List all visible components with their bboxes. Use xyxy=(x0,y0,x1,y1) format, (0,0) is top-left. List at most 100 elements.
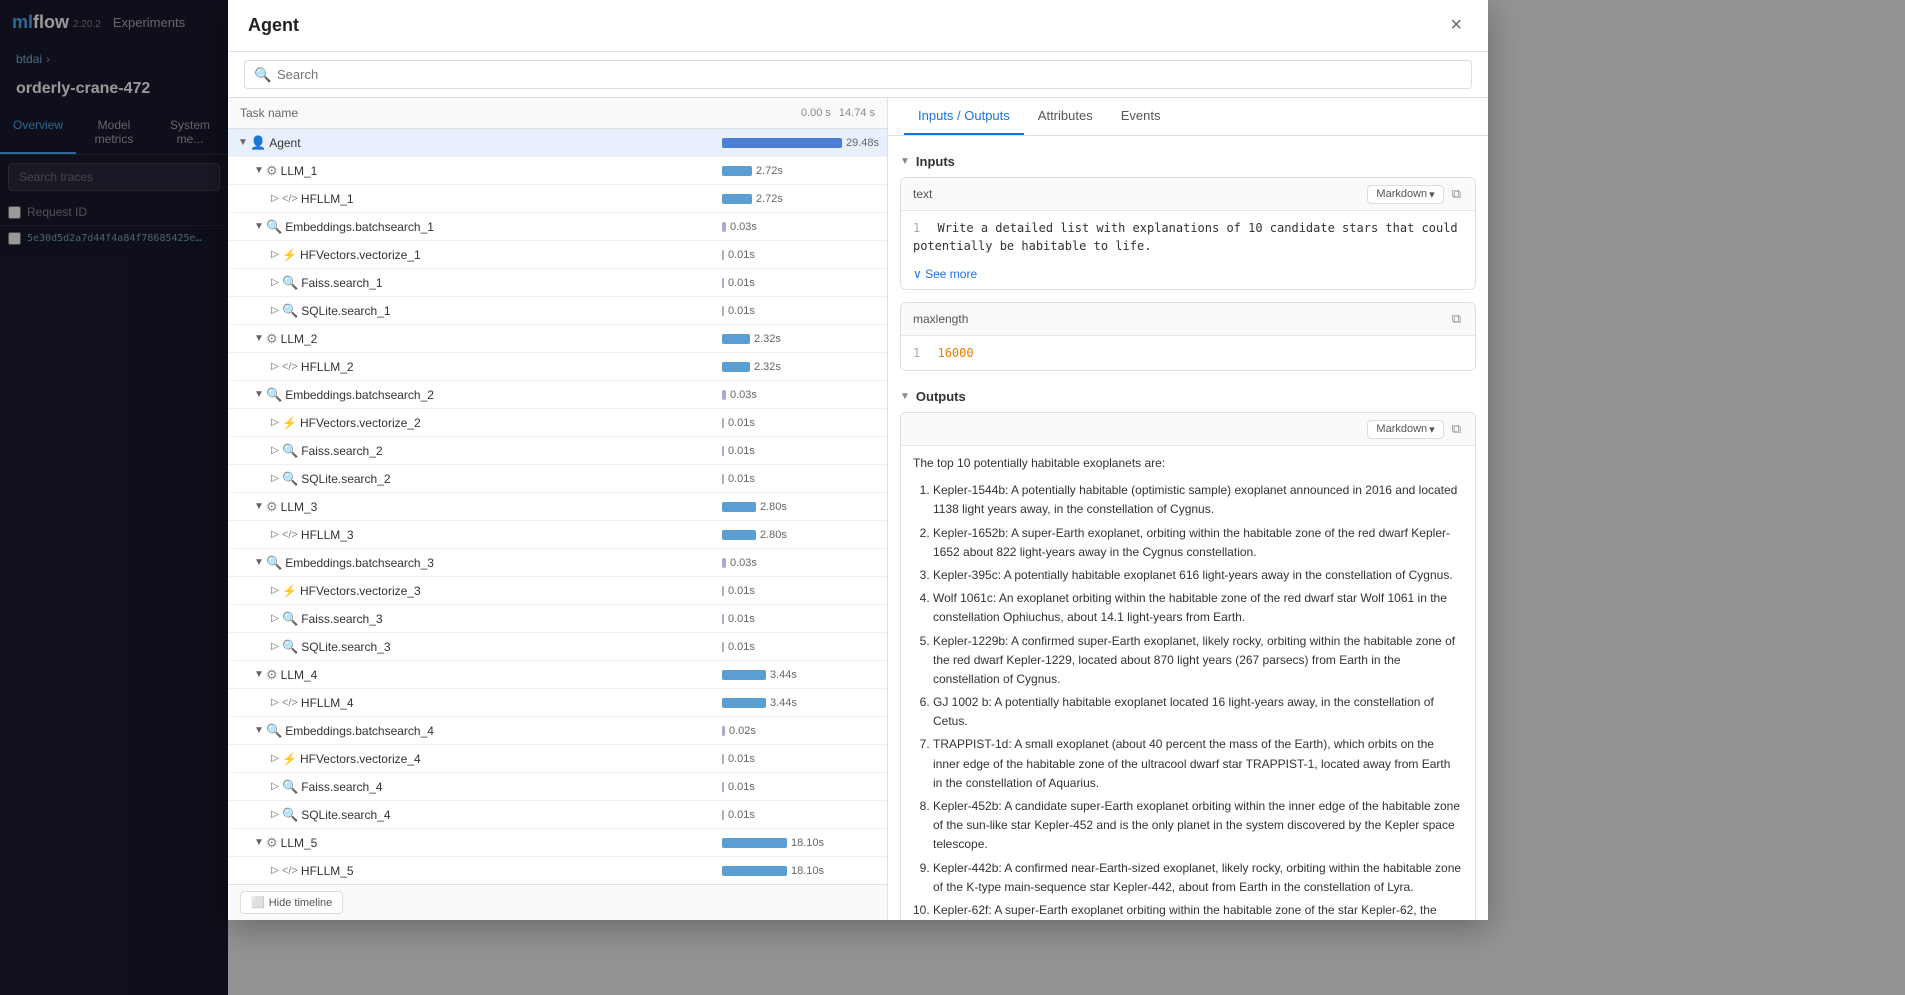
expand-icon[interactable]: ▼ xyxy=(252,332,266,346)
list-item: Kepler-1652b: A super-Earth exoplanet, o… xyxy=(933,524,1463,562)
close-button[interactable]: × xyxy=(1444,12,1468,39)
duration-bar xyxy=(722,810,724,820)
outputs-block: Markdown ▾ ⧉ The top 10 potentially habi… xyxy=(900,412,1476,920)
expand-icon[interactable]: ▷ xyxy=(268,696,282,710)
trace-row[interactable]: ▷ </> HFLLM_5 18.10s xyxy=(228,857,887,884)
trace-row[interactable]: ▷ ⚡ HFVectors.vectorize_2 0.01s xyxy=(228,409,887,437)
agent-modal: Agent × 🔍 Task name 0.00 s 14.74 s xyxy=(228,0,1488,920)
duration-label: 0.03s xyxy=(730,389,757,401)
trace-row[interactable]: ▷ </> HFLLM_4 3.44s xyxy=(228,689,887,717)
expand-icon[interactable]: ▼ xyxy=(252,388,266,402)
expand-icon[interactable]: ▼ xyxy=(252,836,266,850)
trace-row[interactable]: ▷ </> HFLLM_1 2.72s xyxy=(228,185,887,213)
expand-icon[interactable]: ▷ xyxy=(268,752,282,766)
trace-row[interactable]: ▼ ⚙ LLM_4 3.44s xyxy=(228,661,887,689)
search8-icon: 🔍 xyxy=(282,779,298,795)
duration-bar xyxy=(722,278,724,288)
expand-icon[interactable]: ▼ xyxy=(252,220,266,234)
expand-icon[interactable]: ▼ xyxy=(252,668,266,682)
llm4-icon: ⚙ xyxy=(266,667,278,683)
expand-icon[interactable]: ▷ xyxy=(268,612,282,626)
expand-icon[interactable]: ▼ xyxy=(252,500,266,514)
chevron-down-icon2: ▼ xyxy=(900,391,910,402)
trace-row[interactable]: ▷ 🔍 Faiss.search_2 0.01s xyxy=(228,437,887,465)
search5-icon: 🔍 xyxy=(266,555,282,571)
trace-row[interactable]: ▷ 🔍 Faiss.search_1 0.01s xyxy=(228,269,887,297)
duration-bar xyxy=(722,558,726,568)
trace-row[interactable]: ▷ 🔍 SQLite.search_1 0.01s xyxy=(228,297,887,325)
copy-output-button[interactable]: ⧉ xyxy=(1450,419,1463,439)
expand-icon[interactable]: ▷ xyxy=(268,780,282,794)
markdown-format-button[interactable]: Markdown ▾ xyxy=(1367,185,1443,204)
trace-row[interactable]: ▼ 🔍 Embeddings.batchsearch_2 0.03s xyxy=(228,381,887,409)
trace-row[interactable]: ▷ 🔍 SQLite.search_2 0.01s xyxy=(228,465,887,493)
trace-row[interactable]: ▼ 🔍 Embeddings.batchsearch_4 0.02s xyxy=(228,717,887,745)
expand-icon[interactable]: ▷ xyxy=(268,444,282,458)
duration-bar xyxy=(722,782,724,792)
modal-search-input[interactable] xyxy=(244,60,1472,89)
llm-icon: ⚙ xyxy=(266,163,278,179)
output-intro: The top 10 potentially habitable exoplan… xyxy=(913,454,1463,473)
modal-search-bar: 🔍 xyxy=(228,52,1488,98)
trace-row[interactable]: ▷ ⚡ HFVectors.vectorize_4 0.01s xyxy=(228,745,887,773)
expand-icon[interactable]: ▷ xyxy=(268,276,282,290)
expand-icon[interactable]: ▷ xyxy=(268,192,282,206)
trace-row[interactable]: ▷ 🔍 SQLite.search_3 0.01s xyxy=(228,633,887,661)
trace-row[interactable]: ▷ </> HFLLM_3 2.80s xyxy=(228,521,887,549)
duration-label: 0.01s xyxy=(728,277,755,289)
outputs-section-header[interactable]: ▼ Outputs xyxy=(900,383,1476,412)
expand-icon[interactable]: ▷ xyxy=(268,864,282,878)
duration-bar xyxy=(722,306,724,316)
list-item: TRAPPIST-1d: A small exoplanet (about 40… xyxy=(933,735,1463,793)
trace-row[interactable]: ▷ 🔍 SQLite.search_4 0.01s xyxy=(228,801,887,829)
duration-bar xyxy=(722,642,724,652)
duration-label: 18.10s xyxy=(791,865,824,877)
see-more-button[interactable]: ∨ See more xyxy=(901,263,989,289)
modal-title: Agent xyxy=(248,15,299,36)
expand-icon[interactable]: ▷ xyxy=(268,584,282,598)
duration-label: 18.10s xyxy=(791,837,824,849)
trace-row[interactable]: ▼ ⚙ LLM_5 18.10s xyxy=(228,829,887,857)
expand-icon[interactable]: ▷ xyxy=(268,360,282,374)
trace-row[interactable]: ▷ 🔍 Faiss.search_4 0.01s xyxy=(228,773,887,801)
modal-overlay: Agent × 🔍 Task name 0.00 s 14.74 s xyxy=(0,0,1905,995)
hide-icon: ⬜ xyxy=(251,896,265,909)
expand-icon[interactable]: ▷ xyxy=(268,248,282,262)
detail-pane: Inputs / Outputs Attributes Events ▼ Inp… xyxy=(888,98,1488,920)
tab-events[interactable]: Events xyxy=(1107,98,1175,135)
copy-text-button[interactable]: ⧉ xyxy=(1450,184,1463,204)
expand-icon[interactable]: ▼ xyxy=(252,164,266,178)
expand-icon[interactable]: ▼ xyxy=(252,724,266,738)
trace-row[interactable]: ▷ </> HFLLM_2 2.32s xyxy=(228,353,887,381)
expand-icon[interactable]: ▷ xyxy=(268,808,282,822)
expand-icon[interactable]: ▷ xyxy=(268,304,282,318)
trace-row[interactable]: ▼ 🔍 Embeddings.batchsearch_1 0.03s xyxy=(228,213,887,241)
trace-row[interactable]: ▷ ⚡ HFVectors.vectorize_1 0.01s xyxy=(228,241,887,269)
trace-pane: Task name 0.00 s 14.74 s ▼ 👤 Agent xyxy=(228,98,888,920)
duration-bar xyxy=(722,474,724,484)
hf4-icon: ⚡ xyxy=(282,752,297,766)
inputs-label: Inputs xyxy=(916,154,955,169)
expand-icon[interactable]: ▷ xyxy=(268,528,282,542)
hide-timeline-button[interactable]: ⬜ Hide timeline xyxy=(240,891,343,914)
output-content: The top 10 potentially habitable exoplan… xyxy=(901,446,1475,920)
expand-icon[interactable]: ▷ xyxy=(268,416,282,430)
trace-row[interactable]: ▼ 🔍 Embeddings.batchsearch_3 0.03s xyxy=(228,549,887,577)
trace-row[interactable]: ▷ 🔍 Faiss.search_3 0.01s xyxy=(228,605,887,633)
search6-icon: 🔍 xyxy=(282,611,298,627)
tab-inputs-outputs[interactable]: Inputs / Outputs xyxy=(904,98,1024,135)
expand-icon[interactable]: ▼ xyxy=(236,136,250,150)
copy-maxlength-button[interactable]: ⧉ xyxy=(1450,309,1463,329)
duration-label: 0.01s xyxy=(728,249,755,261)
trace-row[interactable]: ▼ ⚙ LLM_1 2.72s xyxy=(228,157,887,185)
trace-row[interactable]: ▷ ⚡ HFVectors.vectorize_3 0.01s xyxy=(228,577,887,605)
trace-row[interactable]: ▼ 👤 Agent 29.48s xyxy=(228,129,887,157)
output-markdown-button[interactable]: Markdown ▾ xyxy=(1367,420,1443,439)
inputs-section-header[interactable]: ▼ Inputs xyxy=(900,148,1476,177)
expand-icon[interactable]: ▷ xyxy=(268,472,282,486)
trace-row[interactable]: ▼ ⚙ LLM_2 2.32s xyxy=(228,325,887,353)
tab-attributes[interactable]: Attributes xyxy=(1024,98,1107,135)
expand-icon[interactable]: ▼ xyxy=(252,556,266,570)
trace-row[interactable]: ▼ ⚙ LLM_3 2.80s xyxy=(228,493,887,521)
expand-icon[interactable]: ▷ xyxy=(268,640,282,654)
